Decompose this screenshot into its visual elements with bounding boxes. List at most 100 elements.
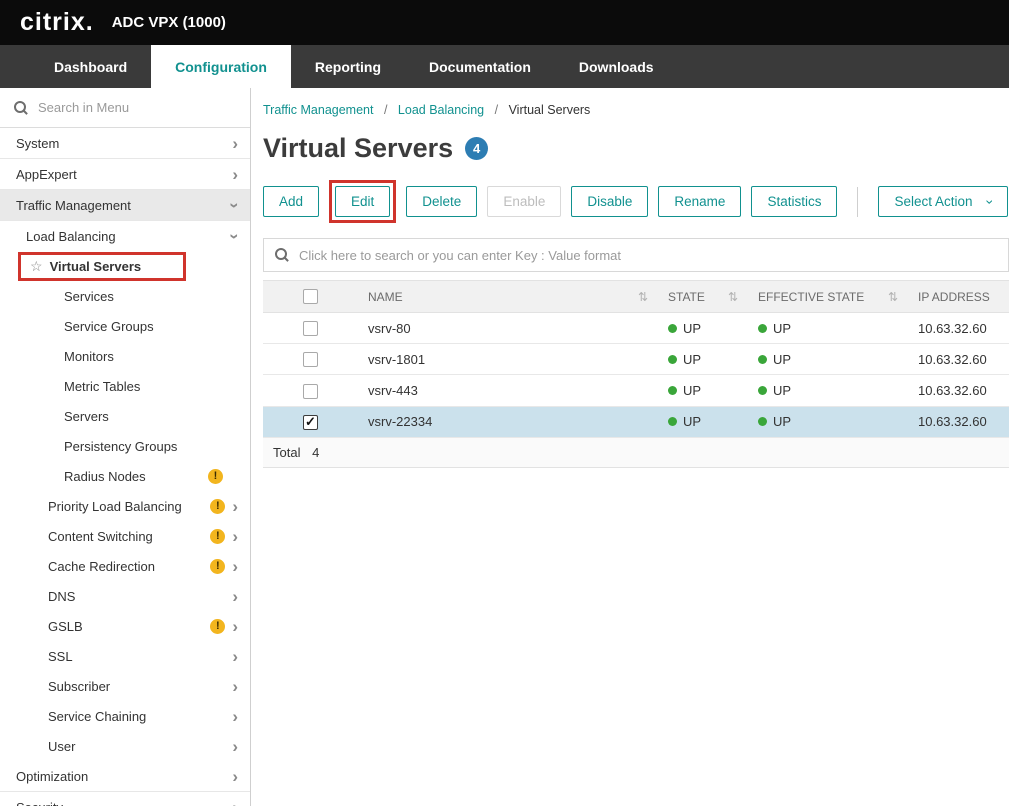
statistics-button[interactable]: Statistics (751, 186, 837, 217)
row-checkbox[interactable] (303, 352, 318, 367)
sidebar-item-subscriber[interactable]: Subscriber (0, 671, 250, 701)
chevron-right-icon (232, 135, 238, 152)
sidebar-item-security[interactable]: Security (0, 792, 250, 806)
sidebar-item-appexpert[interactable]: AppExpert (0, 159, 250, 190)
column-header-effective-state[interactable]: EFFECTIVE STATE (758, 290, 864, 304)
chevron-right-icon (232, 678, 238, 695)
search-icon (274, 247, 290, 263)
chevron-down-icon (227, 233, 244, 239)
status-badge: UP (683, 352, 701, 367)
column-header-ip-address[interactable]: IP ADDRESS (918, 290, 990, 304)
tab-dashboard[interactable]: Dashboard (30, 45, 151, 88)
status-badge: UP (773, 321, 791, 336)
sort-icon[interactable] (728, 290, 738, 304)
sidebar-item-load-balancing[interactable]: Load Balancing (0, 221, 250, 251)
main-panel: Traffic Management / Load Balancing / Vi… (251, 88, 1009, 806)
enable-button[interactable]: Enable (487, 186, 561, 217)
sidebar-item-system[interactable]: System (0, 128, 250, 159)
page-title: Virtual Servers (263, 133, 453, 164)
sidebar-item-persistency-groups[interactable]: Persistency Groups (0, 431, 250, 461)
virtual-servers-table: NAME STATE EFFECTIVE STATE IP ADDRESS vs… (263, 280, 1009, 468)
column-header-state[interactable]: STATE (668, 290, 705, 304)
main-nav: Dashboard Configuration Reporting Docume… (0, 45, 1009, 88)
breadcrumb-traffic-management[interactable]: Traffic Management (263, 103, 373, 117)
total-label: Total (273, 445, 300, 460)
tab-downloads[interactable]: Downloads (555, 45, 678, 88)
count-badge: 4 (465, 137, 488, 160)
sidebar-item-gslb[interactable]: GSLB (0, 611, 250, 641)
star-icon (30, 258, 43, 275)
status-up-dot (758, 386, 767, 395)
chevron-right-icon (232, 768, 238, 785)
chevron-right-icon (232, 498, 238, 515)
annotation-box-edit: Edit (329, 180, 396, 223)
status-badge: UP (773, 414, 791, 429)
sidebar-item-dns[interactable]: DNS (0, 581, 250, 611)
app-window: citrix ADC VPX (1000) Dashboard Configur… (0, 0, 1009, 806)
breadcrumb-current: Virtual Servers (509, 103, 591, 117)
row-checkbox[interactable] (303, 415, 318, 430)
table-row-vsrv-1801[interactable]: vsrv-1801 UP UP 10.63.32.60 (263, 344, 1009, 375)
total-value: 4 (312, 445, 319, 460)
sidebar-item-priority-load-balancing[interactable]: Priority Load Balancing (0, 491, 250, 521)
table-header-row: NAME STATE EFFECTIVE STATE IP ADDRESS (263, 281, 1009, 313)
status-up-dot (758, 355, 767, 364)
chevron-right-icon (232, 708, 238, 725)
sidebar-item-radius-nodes[interactable]: Radius Nodes (0, 461, 250, 491)
add-button[interactable]: Add (263, 186, 319, 217)
sidebar-item-metric-tables[interactable]: Metric Tables (0, 371, 250, 401)
sidebar-item-service-groups[interactable]: Service Groups (0, 311, 250, 341)
status-badge: UP (683, 414, 701, 429)
edit-button[interactable]: Edit (335, 186, 390, 217)
table-row-vsrv-80[interactable]: vsrv-80 UP UP 10.63.32.60 (263, 313, 1009, 344)
chevron-right-icon (232, 799, 238, 806)
warning-icon (210, 619, 225, 634)
chevron-down-icon (982, 199, 998, 204)
tab-reporting[interactable]: Reporting (291, 45, 405, 88)
sidebar-item-servers[interactable]: Servers (0, 401, 250, 431)
table-row-vsrv-443[interactable]: vsrv-443 UP UP 10.63.32.60 (263, 375, 1009, 406)
sidebar-item-optimization[interactable]: Optimization (0, 761, 250, 792)
sidebar-item-traffic-management[interactable]: Traffic Management (0, 190, 250, 221)
row-checkbox[interactable] (303, 321, 318, 336)
sidebar-item-ssl[interactable]: SSL (0, 641, 250, 671)
sidebar-item-services[interactable]: Services (0, 281, 250, 311)
status-badge: UP (683, 383, 701, 398)
rename-button[interactable]: Rename (658, 186, 741, 217)
sort-icon[interactable] (888, 290, 898, 304)
tab-configuration[interactable]: Configuration (151, 45, 291, 88)
status-up-dot (668, 417, 677, 426)
cell-ip-address: 10.63.32.60 (908, 313, 1009, 344)
status-up-dot (668, 324, 677, 333)
cell-name: vsrv-22334 (358, 406, 658, 437)
chevron-down-icon (227, 202, 244, 208)
citrix-logo: citrix (20, 8, 94, 37)
tab-documentation[interactable]: Documentation (405, 45, 555, 88)
cell-ip-address: 10.63.32.60 (908, 406, 1009, 437)
disable-button[interactable]: Disable (571, 186, 648, 217)
table-total-row: Total 4 (263, 437, 1009, 467)
chevron-right-icon (232, 618, 238, 635)
column-header-name[interactable]: NAME (368, 290, 403, 304)
select-all-checkbox[interactable] (303, 289, 318, 304)
sidebar-search (0, 88, 250, 128)
select-action-dropdown[interactable]: Select Action (878, 186, 1008, 217)
search-icon (13, 100, 29, 116)
table-search-input[interactable] (299, 248, 998, 263)
sidebar-item-content-switching[interactable]: Content Switching (0, 521, 250, 551)
sidebar-item-user[interactable]: User (0, 731, 250, 761)
sidebar-item-virtual-servers[interactable]: Virtual Servers (0, 251, 250, 281)
warning-icon (210, 529, 225, 544)
row-checkbox[interactable] (303, 384, 318, 399)
chevron-right-icon (232, 648, 238, 665)
sidebar-item-cache-redirection[interactable]: Cache Redirection (0, 551, 250, 581)
table-row-vsrv-22334[interactable]: vsrv-22334 UP UP 10.63.32.60 (263, 406, 1009, 437)
breadcrumb-load-balancing[interactable]: Load Balancing (398, 103, 484, 117)
sidebar-search-input[interactable] (38, 100, 237, 115)
sidebar-item-monitors[interactable]: Monitors (0, 341, 250, 371)
breadcrumb: Traffic Management / Load Balancing / Vi… (263, 103, 1009, 117)
delete-button[interactable]: Delete (406, 186, 477, 217)
sort-icon[interactable] (638, 290, 648, 304)
sidebar-item-service-chaining[interactable]: Service Chaining (0, 701, 250, 731)
toolbar-divider (857, 187, 858, 217)
